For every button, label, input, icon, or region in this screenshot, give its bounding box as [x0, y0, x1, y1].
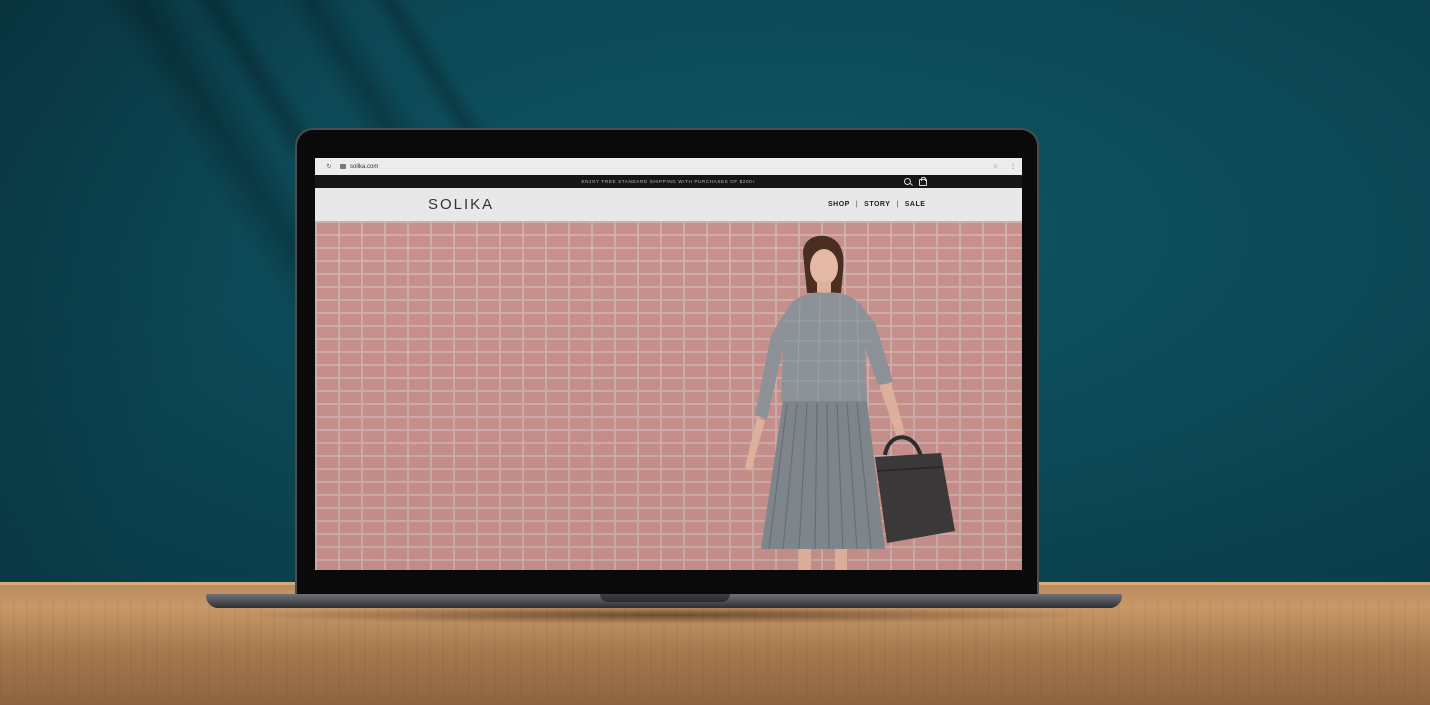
star-icon[interactable]: ☆: [993, 163, 998, 170]
bag-icon[interactable]: [919, 177, 927, 186]
nav-separator: |: [896, 201, 899, 208]
model-skirt: [761, 401, 885, 549]
promo-bar: ENJOY FREE STANDARD SHIPPING WITH PURCHA…: [315, 175, 1022, 188]
model-top: [755, 292, 893, 419]
url-text[interactable]: solika.com: [350, 164, 378, 170]
site-header: SOLIKA SHOP | STORY | SALE: [315, 188, 1022, 221]
nav-separator: |: [855, 201, 859, 208]
promo-text: ENJOY FREE STANDARD SHIPPING WITH PURCHA…: [581, 179, 756, 184]
laptop-screen: ↻ solika.com ☆ ⋮ ENJOY FREE STANDARD SHI…: [315, 158, 1022, 570]
model-face: [810, 249, 838, 285]
browser-address-bar: ↻ solika.com ☆ ⋮: [315, 158, 1022, 176]
model-figure: [745, 235, 955, 570]
bag-handle: [883, 435, 923, 458]
laptop-shadow: [230, 606, 1100, 624]
laptop-notch: [600, 594, 730, 602]
nav-shop[interactable]: SHOP: [828, 201, 850, 208]
search-icon[interactable]: [904, 178, 911, 185]
nav-story[interactable]: STORY: [864, 201, 890, 208]
main-nav: SHOP | STORY | SALE: [828, 201, 925, 208]
nav-sale[interactable]: SALE: [905, 201, 926, 208]
model-left-arm: [745, 417, 765, 471]
reload-icon[interactable]: ↻: [325, 163, 333, 170]
site-logo[interactable]: SOLIKA: [428, 196, 494, 213]
lock-icon: [340, 164, 346, 169]
model-leg: [835, 549, 847, 570]
menu-icon[interactable]: ⋮: [1010, 163, 1016, 170]
hero-image: [315, 221, 1022, 570]
handbag: [875, 453, 955, 543]
model-right-arm: [879, 383, 905, 437]
model-leg: [799, 549, 811, 570]
